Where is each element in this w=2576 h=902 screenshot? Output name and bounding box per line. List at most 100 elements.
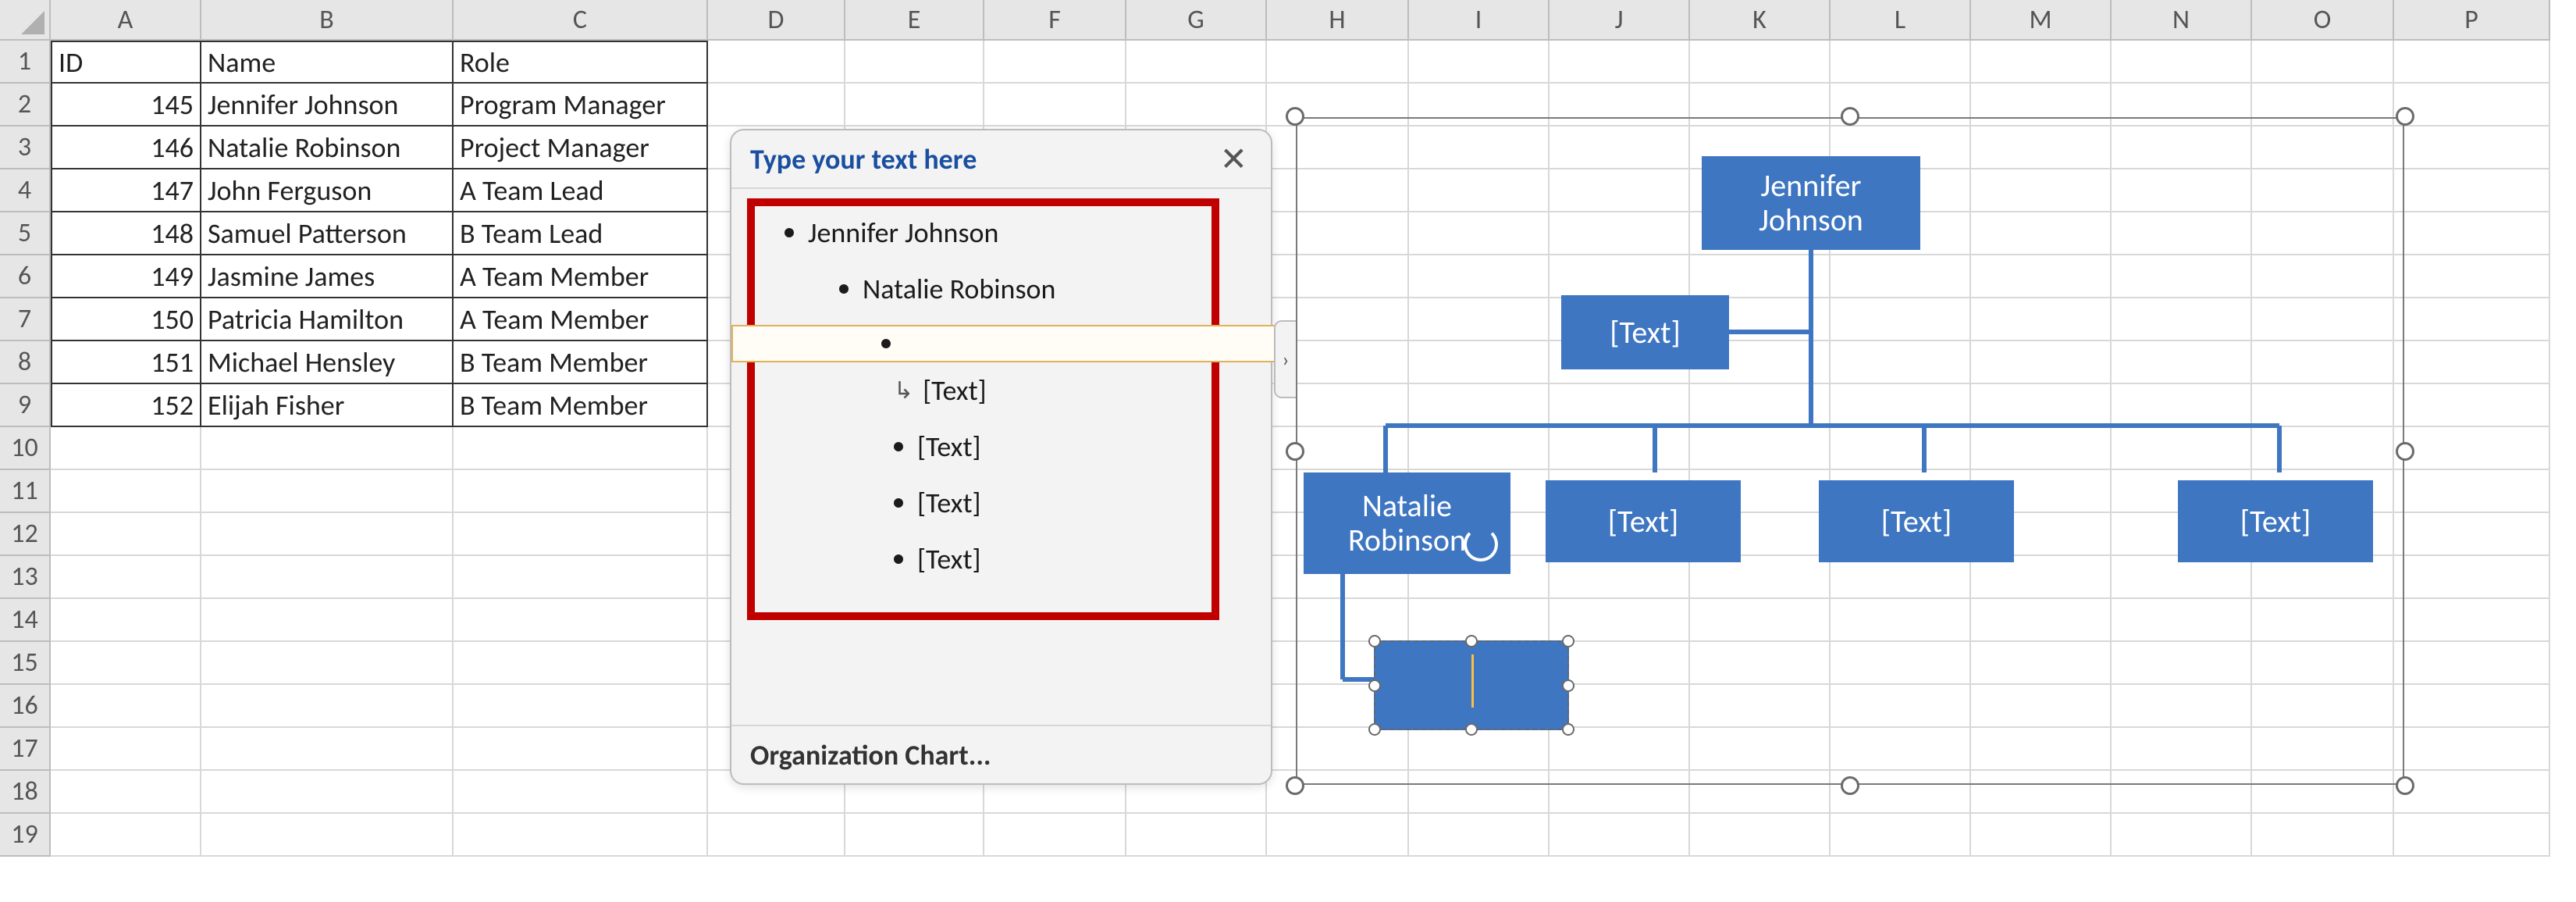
cell-id[interactable]: 149 (51, 255, 201, 298)
row-header[interactable]: 14 (0, 599, 51, 642)
org-node-child[interactable]: [Text] (1546, 480, 1741, 562)
cell-name[interactable]: Samuel Patterson (201, 212, 454, 255)
cell[interactable] (454, 556, 708, 599)
cell-id[interactable]: 147 (51, 169, 201, 212)
col-header-o[interactable]: O (2252, 0, 2394, 41)
row-header[interactable]: 15 (0, 642, 51, 685)
col-header-g[interactable]: G (1126, 0, 1267, 41)
cell[interactable] (708, 814, 845, 857)
row-header[interactable]: 5 (0, 212, 51, 255)
cell[interactable] (454, 685, 708, 728)
cell[interactable] (51, 642, 201, 685)
expand-text-pane-tab[interactable]: › (1274, 320, 1296, 398)
cell[interactable] (2394, 255, 2550, 298)
col-header-b[interactable]: B (201, 0, 454, 41)
cell[interactable] (51, 814, 201, 857)
cell[interactable] (201, 556, 454, 599)
cell[interactable] (454, 470, 708, 513)
cell[interactable] (454, 642, 708, 685)
cell[interactable] (2112, 814, 2252, 857)
select-all-corner[interactable] (0, 0, 51, 41)
row-header[interactable]: 8 (0, 341, 51, 384)
resize-handle[interactable] (1562, 635, 1574, 647)
header-name[interactable]: Name (201, 41, 454, 84)
cell[interactable] (1126, 814, 1267, 857)
cell-id[interactable]: 148 (51, 212, 201, 255)
cell-name[interactable]: Elijah Fisher (201, 384, 454, 427)
smartart-text-pane[interactable]: Type your text here ✕ Jennifer Johnson N… (730, 129, 1272, 785)
cell[interactable] (51, 513, 201, 556)
cell[interactable] (2394, 212, 2550, 255)
row-header[interactable]: 10 (0, 427, 51, 470)
close-button[interactable]: ✕ (1215, 140, 1252, 178)
list-item-editing[interactable] (731, 325, 1285, 362)
org-node-assistant[interactable]: [Text] (1561, 295, 1729, 369)
cell-id[interactable]: 146 (51, 127, 201, 169)
cell[interactable] (1550, 41, 1690, 84)
cell[interactable] (201, 771, 454, 814)
cell[interactable] (51, 599, 201, 642)
col-header-f[interactable]: F (984, 0, 1126, 41)
cell-id[interactable]: 145 (51, 84, 201, 127)
cell[interactable] (201, 728, 454, 771)
row-header[interactable]: 12 (0, 513, 51, 556)
cell[interactable] (1409, 814, 1550, 857)
cell[interactable] (845, 814, 984, 857)
cell[interactable] (2394, 685, 2550, 728)
resize-handle[interactable] (1368, 635, 1381, 647)
cell-name[interactable]: Patricia Hamilton (201, 298, 454, 341)
org-node-child[interactable]: NatalieRobinson (1304, 472, 1510, 574)
cell[interactable] (51, 728, 201, 771)
cell[interactable] (2112, 41, 2252, 84)
col-header-m[interactable]: M (1971, 0, 2112, 41)
cell[interactable] (1409, 41, 1550, 84)
org-node-editing[interactable] (1374, 640, 1569, 730)
col-header-e[interactable]: E (845, 0, 984, 41)
cell-role[interactable]: A Team Member (454, 298, 708, 341)
cell[interactable] (984, 84, 1126, 127)
cell[interactable] (201, 642, 454, 685)
cell[interactable] (454, 427, 708, 470)
cell[interactable] (1831, 41, 1971, 84)
row-header[interactable]: 11 (0, 470, 51, 513)
org-node-child[interactable]: [Text] (2178, 480, 2373, 562)
cell[interactable] (2252, 41, 2394, 84)
smartart-canvas[interactable]: › JenniferJohnson [Text] NatalieRo (1296, 117, 2404, 785)
org-node-child[interactable]: [Text] (1819, 480, 2014, 562)
cell[interactable] (201, 470, 454, 513)
cell[interactable] (1690, 41, 1831, 84)
cell-name[interactable]: Michael Hensley (201, 341, 454, 384)
list-item[interactable]: [Text] (745, 419, 1257, 475)
resize-handle[interactable] (1465, 635, 1478, 647)
cell[interactable] (2394, 41, 2550, 84)
cell-role[interactable]: B Team Member (454, 341, 708, 384)
cell[interactable] (454, 599, 708, 642)
list-item[interactable]: [Text] (745, 531, 1257, 587)
cell[interactable] (984, 814, 1126, 857)
cell-id[interactable]: 150 (51, 298, 201, 341)
cell[interactable] (2394, 427, 2550, 470)
cell[interactable] (2394, 513, 2550, 556)
col-header-a[interactable]: A (51, 0, 201, 41)
row-header[interactable]: 18 (0, 771, 51, 814)
cell[interactable] (201, 427, 454, 470)
header-role[interactable]: Role (454, 41, 708, 84)
cell[interactable] (2394, 728, 2550, 771)
cell[interactable] (1126, 41, 1267, 84)
cell[interactable] (2394, 814, 2550, 857)
cell-role[interactable]: Program Manager (454, 84, 708, 127)
cell[interactable] (1267, 814, 1409, 857)
col-header-p[interactable]: P (2394, 0, 2550, 41)
col-header-j[interactable]: J (1550, 0, 1690, 41)
cell[interactable] (2394, 556, 2550, 599)
col-header-d[interactable]: D (708, 0, 845, 41)
cell[interactable] (1971, 814, 2112, 857)
list-item[interactable]: [Text] (745, 475, 1257, 531)
cell-name[interactable]: Jennifer Johnson (201, 84, 454, 127)
col-header-c[interactable]: C (454, 0, 708, 41)
cell-name[interactable]: John Ferguson (201, 169, 454, 212)
cell[interactable] (51, 771, 201, 814)
cell-id[interactable]: 151 (51, 341, 201, 384)
row-header[interactable]: 4 (0, 169, 51, 212)
col-header-i[interactable]: I (1409, 0, 1550, 41)
